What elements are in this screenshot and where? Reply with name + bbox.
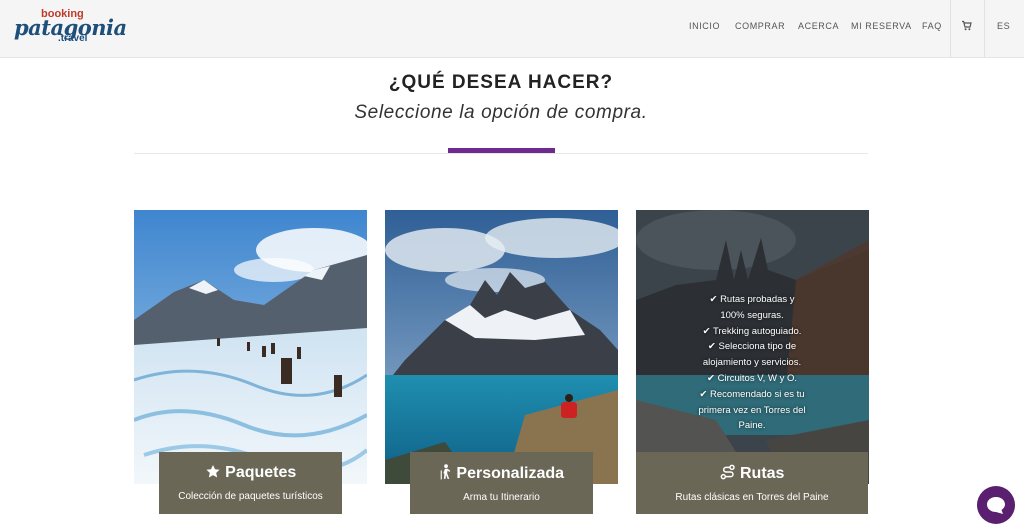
paquetes-title: Paquetes xyxy=(159,464,342,482)
route-icon xyxy=(720,464,735,480)
paquetes-title-text: Paquetes xyxy=(225,464,297,481)
hiker-icon xyxy=(440,464,451,480)
rutas-feature-item: alojamiento y servicios. xyxy=(702,357,802,369)
page-subtitle: Seleccione la opción de compra. xyxy=(354,102,648,123)
personalizada-card-image[interactable] xyxy=(385,210,618,484)
paquetes-button[interactable]: Paquetes Colección de paquetes turístico… xyxy=(159,452,342,514)
rutas-feature-item: ✔ Recomendado si es tu xyxy=(699,388,805,400)
nav-inicio[interactable]: INICIO xyxy=(689,0,720,58)
nav-mi-reserva[interactable]: MI RESERVA xyxy=(851,0,912,58)
personalizada-title-text: Personalizada xyxy=(456,465,565,482)
lake-mountain-image xyxy=(385,210,618,484)
rutas-button[interactable]: Rutas Rutas clásicas en Torres del Paine xyxy=(636,452,868,514)
rutas-feature-list: ✔ Rutas probadas y 100% seguras. ✔ Trekk… xyxy=(636,292,868,434)
nav-divider xyxy=(950,0,951,58)
rutas-subtitle: Rutas clásicas en Torres del Paine xyxy=(675,492,829,503)
accent-bar xyxy=(448,148,555,153)
rutas-feature-item: ✔ Selecciona tipo de xyxy=(707,341,797,353)
paquetes-card-image[interactable] xyxy=(134,210,367,484)
language-selector[interactable]: ES xyxy=(997,0,1010,58)
rutas-feature-item: ✔ Rutas probadas y xyxy=(709,294,795,305)
site-header: booking patagonia .travel INICIO COMPRAR… xyxy=(0,0,1024,58)
nav-faq[interactable]: FAQ xyxy=(922,0,942,58)
personalizada-subtitle: Arma tu Itinerario xyxy=(463,492,540,503)
paquetes-subtitle: Colección de paquetes turísticos xyxy=(178,491,323,502)
rutas-feature-item: primera vez en Torres del xyxy=(698,404,806,416)
brand-logo[interactable]: booking patagonia .travel xyxy=(14,8,127,48)
nav-acerca[interactable]: ACERCA xyxy=(798,0,839,58)
chat-bubble-icon xyxy=(987,497,1005,514)
rutas-feature-item: 100% seguras. xyxy=(720,309,784,321)
rutas-title: Rutas xyxy=(636,464,868,483)
cart-icon[interactable] xyxy=(961,20,972,31)
glacier-hikers-image xyxy=(134,210,367,484)
rutas-feature-item: ✔ Trekking autoguiado. xyxy=(702,325,802,337)
personalizada-button[interactable]: Personalizada Arma tu Itinerario xyxy=(410,452,593,514)
page-title: ¿QUÉ DESEA HACER? xyxy=(388,72,614,93)
rutas-title-text: Rutas xyxy=(740,465,785,482)
section-divider xyxy=(134,153,868,154)
logo-travel-text: .travel xyxy=(58,33,88,44)
chat-button[interactable] xyxy=(977,486,1015,524)
nav-divider xyxy=(984,0,985,58)
rutas-feature-item: Paine. xyxy=(738,420,766,432)
personalizada-title: Personalizada xyxy=(410,464,593,483)
rutas-feature-item: ✔ Circuitos V, W y O. xyxy=(707,372,797,384)
nav-comprar[interactable]: COMPRAR xyxy=(735,0,785,58)
star-icon xyxy=(206,464,220,478)
